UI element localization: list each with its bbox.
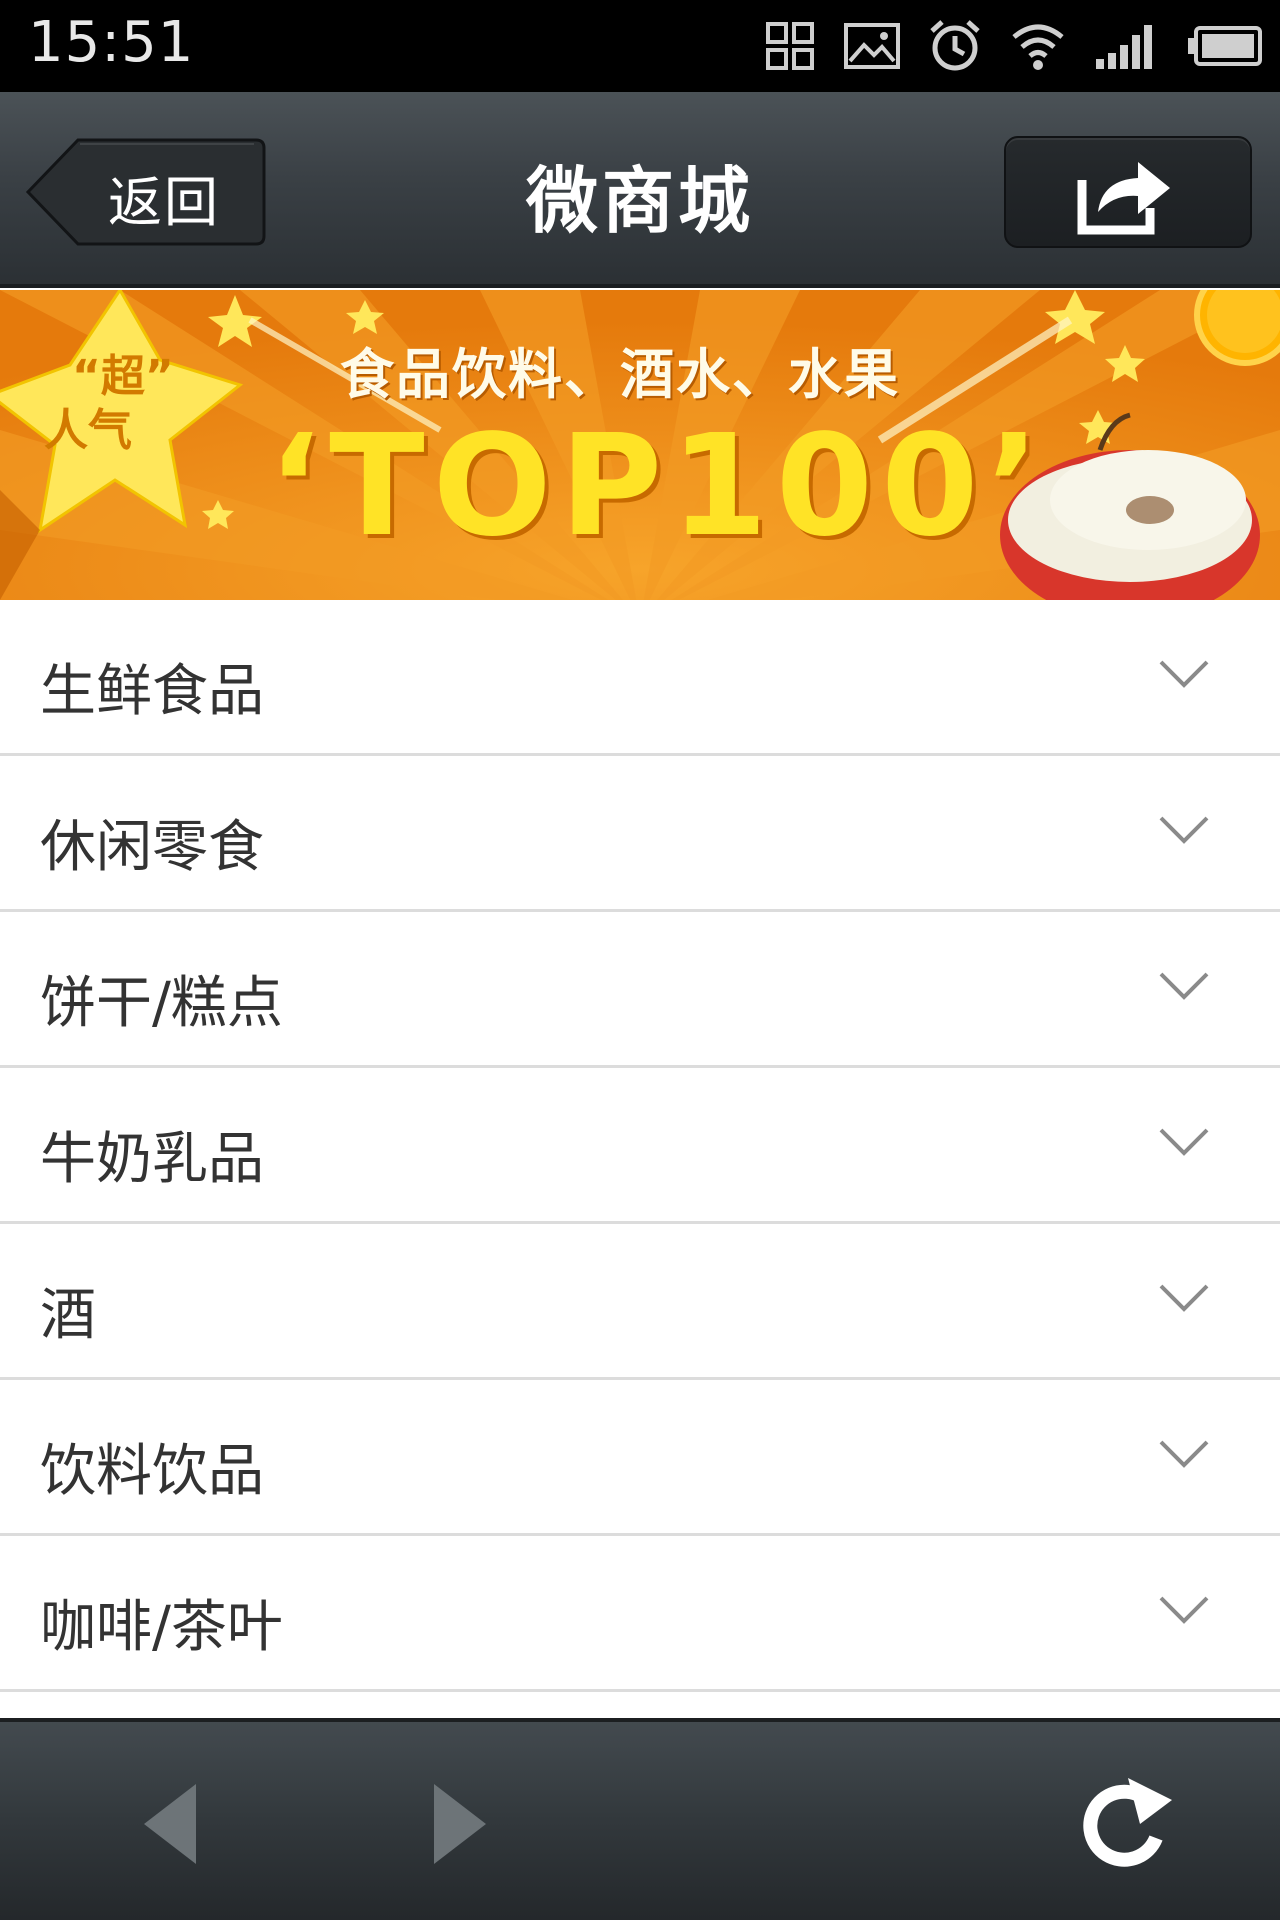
- chevron-down-icon: [1159, 972, 1209, 1000]
- category-label: 休闲零食: [40, 815, 264, 880]
- category-label: 饼干/糕点: [40, 971, 283, 1036]
- category-item-snacks[interactable]: 休闲零食: [0, 756, 1280, 912]
- forward-nav-button[interactable]: [430, 1782, 490, 1870]
- category-label: 咖啡/茶叶: [40, 1595, 283, 1660]
- banner-badge-line1: “超”: [72, 351, 174, 402]
- nav-bar: 返回 微商城: [0, 92, 1280, 288]
- alarm-icon: [930, 20, 980, 71]
- banner-headline: ‘TOP100’: [268, 405, 1048, 568]
- category-item-biscuits[interactable]: 饼干/糕点: [0, 912, 1280, 1068]
- banner-badge-line2: 人气: [44, 405, 132, 456]
- status-time: 15:51: [28, 10, 195, 75]
- image-icon: [844, 23, 900, 69]
- category-list: 生鲜食品 休闲零食 饼干/糕点 牛奶乳品 酒 饮料饮品 咖啡/茶叶: [0, 600, 1280, 1692]
- chevron-down-icon: [1159, 660, 1209, 688]
- category-item-dairy[interactable]: 牛奶乳品: [0, 1068, 1280, 1224]
- banner-subtitle: 食品饮料、酒水、水果: [340, 343, 900, 406]
- category-label: 牛奶乳品: [40, 1127, 264, 1192]
- share-button[interactable]: [1004, 136, 1252, 248]
- wifi-icon: [1012, 24, 1064, 70]
- banner-badge: “超” 人气: [44, 350, 194, 458]
- chevron-down-icon: [1159, 816, 1209, 844]
- signal-icon: [1096, 25, 1152, 69]
- category-item-coffee-tea[interactable]: 咖啡/茶叶: [0, 1536, 1280, 1692]
- status-icons: [766, 14, 1262, 78]
- share-icon: [1077, 162, 1170, 235]
- promo-banner[interactable]: “超” 人气 食品饮料、酒水、水果 ‘TOP100’: [0, 290, 1280, 600]
- category-label: 饮料饮品: [40, 1439, 264, 1504]
- chevron-down-icon: [1159, 1284, 1209, 1312]
- refresh-button[interactable]: [1080, 1772, 1176, 1876]
- back-arrow-icon: [144, 1784, 196, 1864]
- status-bar: 15:51: [0, 0, 1280, 92]
- battery-icon: [1188, 26, 1262, 66]
- apps-grid-icon: [766, 22, 814, 70]
- browser-toolbar: [0, 1718, 1280, 1920]
- refresh-icon: [1083, 1778, 1172, 1867]
- chevron-down-icon: [1159, 1596, 1209, 1624]
- category-item-liquor[interactable]: 酒: [0, 1224, 1280, 1380]
- chevron-down-icon: [1159, 1128, 1209, 1156]
- category-label: 生鲜食品: [40, 659, 264, 724]
- chevron-down-icon: [1159, 1440, 1209, 1468]
- category-item-beverages[interactable]: 饮料饮品: [0, 1380, 1280, 1536]
- category-item-fresh-food[interactable]: 生鲜食品: [0, 600, 1280, 756]
- category-label: 酒: [40, 1283, 96, 1348]
- back-nav-button[interactable]: [140, 1782, 200, 1870]
- forward-arrow-icon: [434, 1784, 486, 1864]
